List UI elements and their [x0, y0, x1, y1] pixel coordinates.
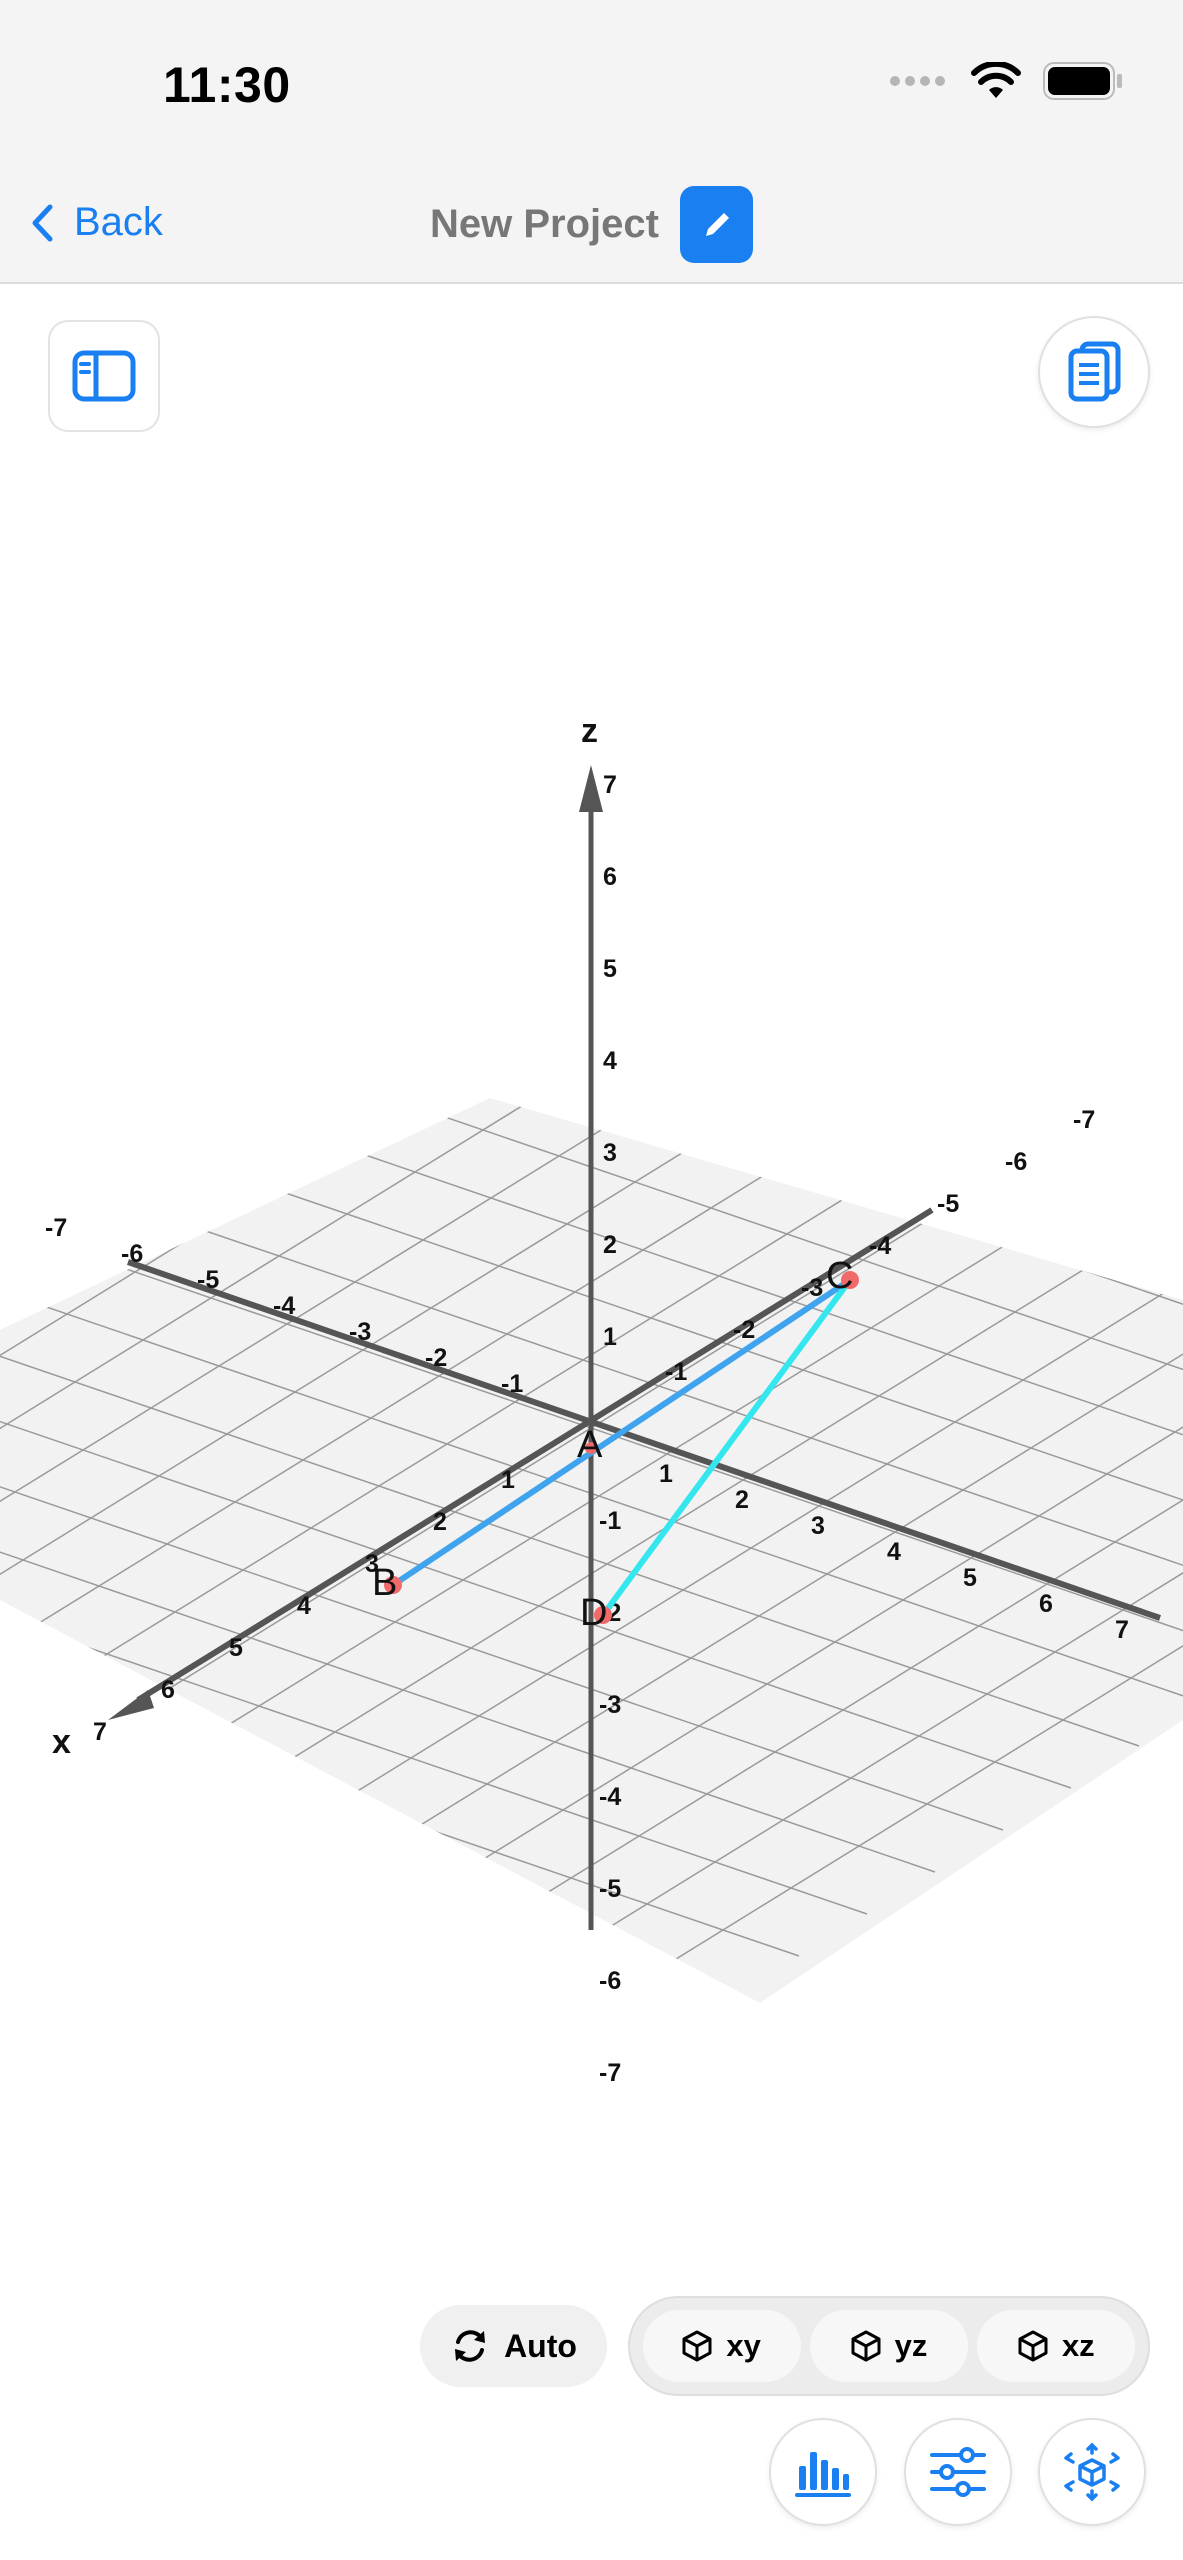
- sliders-icon: [930, 2447, 986, 2497]
- settings-button[interactable]: [904, 2418, 1012, 2526]
- y-tick-label: -4: [273, 1292, 295, 1320]
- y-tick-label: -7: [45, 1214, 67, 1242]
- point-c-label: C: [826, 1255, 853, 1297]
- x-tick-label: -4: [869, 1232, 891, 1260]
- status-icons: [889, 62, 1123, 100]
- y-tick-label: -5: [197, 1266, 219, 1294]
- status-bar: 11:30: [0, 0, 1183, 170]
- y-tick-label: 2: [735, 1486, 749, 1514]
- z-tick-label: -4: [599, 1783, 621, 1811]
- rotate-icon: [455, 2330, 486, 2362]
- x-tick-label: 4: [297, 1592, 311, 1620]
- x-tick-label: -6: [1005, 1148, 1027, 1176]
- x-axis-arrow: [108, 1690, 154, 1720]
- z-tick-label: 6: [603, 863, 617, 891]
- z-tick-label: -5: [599, 1875, 621, 1903]
- chevron-left-icon: [32, 204, 53, 241]
- auto-label: Auto: [504, 2327, 577, 2364]
- z-tick-label: 3: [603, 1139, 617, 1167]
- cube-icon: [851, 2330, 881, 2362]
- status-time: 11:30: [163, 57, 291, 113]
- y-tick-label: 5: [963, 1564, 977, 1592]
- wifi-icon: [971, 62, 1021, 98]
- pencil-icon: [705, 212, 729, 236]
- point-b-label: B: [372, 1562, 397, 1604]
- x-tick-label: 2: [433, 1508, 447, 1536]
- y-tick-label: -2: [425, 1344, 447, 1372]
- z-tick-label: -1: [599, 1507, 621, 1535]
- auto-rotate-button[interactable]: Auto: [420, 2305, 607, 2387]
- z-tick-label: 2: [603, 1231, 617, 1259]
- x-tick-label: 7: [93, 1718, 107, 1746]
- z-tick-label: 5: [603, 955, 617, 983]
- y-tick-label: 3: [811, 1512, 825, 1540]
- yz-label: yz: [894, 2328, 928, 2363]
- x-tick-label: -1: [665, 1358, 687, 1386]
- y-tick-label: 7: [1115, 1616, 1129, 1644]
- z-tick-label: -6: [599, 1967, 621, 1995]
- yz-plane-button[interactable]: yz: [809, 2310, 968, 2382]
- edit-title-button[interactable]: [680, 186, 753, 263]
- z-axis-arrow: [579, 765, 603, 812]
- plane-view-selector: xy yz xz: [628, 2296, 1150, 2396]
- cellular-signal-icon: [890, 76, 945, 86]
- cube-icon: [682, 2330, 712, 2362]
- bar-chart-icon: [795, 2452, 851, 2497]
- z-tick-label: -3: [599, 1691, 621, 1719]
- z-tick-label: 7: [603, 771, 617, 799]
- graph-canvas[interactable]: z x 1 2 3 4 5 6 7 -1 -2 -3 -4 -5 -6 -7 1 2 3 4 5 6 7 -1 -2 -3 -4…: [0, 282, 1183, 2182]
- cube-icon: [1018, 2330, 1048, 2362]
- y-tick-label: -1: [501, 1370, 523, 1398]
- y-tick-label: 6: [1039, 1590, 1053, 1618]
- x-tick-label: 5: [229, 1634, 243, 1662]
- z-tick-label: 4: [603, 1047, 617, 1075]
- y-tick-label: 4: [887, 1538, 901, 1566]
- x-tick-label: 6: [161, 1676, 175, 1704]
- battery-icon: [1043, 62, 1122, 100]
- x-tick-label: -7: [1073, 1106, 1095, 1134]
- back-button[interactable]: Back: [30, 200, 163, 245]
- point-d-label: D: [580, 1592, 607, 1634]
- xy-plane-button[interactable]: xy: [642, 2310, 801, 2382]
- z-tick-label: -7: [599, 2059, 621, 2087]
- z-axis-name: z: [581, 712, 598, 750]
- xz-plane-button[interactable]: xz: [977, 2310, 1136, 2382]
- back-label: Back: [74, 200, 163, 244]
- xy-label: xy: [726, 2328, 761, 2363]
- x-tick-label: -2: [733, 1316, 755, 1344]
- y-tick-label: -3: [349, 1318, 371, 1346]
- y-tick-label: -6: [121, 1240, 143, 1268]
- y-tick-label: 1: [659, 1460, 673, 1488]
- navigation-bar: Back New Project: [0, 170, 1183, 284]
- x-tick-label: -5: [937, 1190, 959, 1218]
- statistics-button[interactable]: [769, 2418, 877, 2526]
- view-3d-button[interactable]: [1038, 2418, 1146, 2526]
- z-tick-label: 1: [603, 1323, 617, 1351]
- x-axis-name: x: [52, 1723, 71, 1761]
- project-title[interactable]: New Project: [430, 202, 659, 247]
- x-tick-label: 1: [501, 1466, 515, 1494]
- point-a-label: A: [577, 1424, 603, 1466]
- xz-label: xz: [1061, 2328, 1095, 2363]
- cube-arrows-icon: [1064, 2442, 1120, 2502]
